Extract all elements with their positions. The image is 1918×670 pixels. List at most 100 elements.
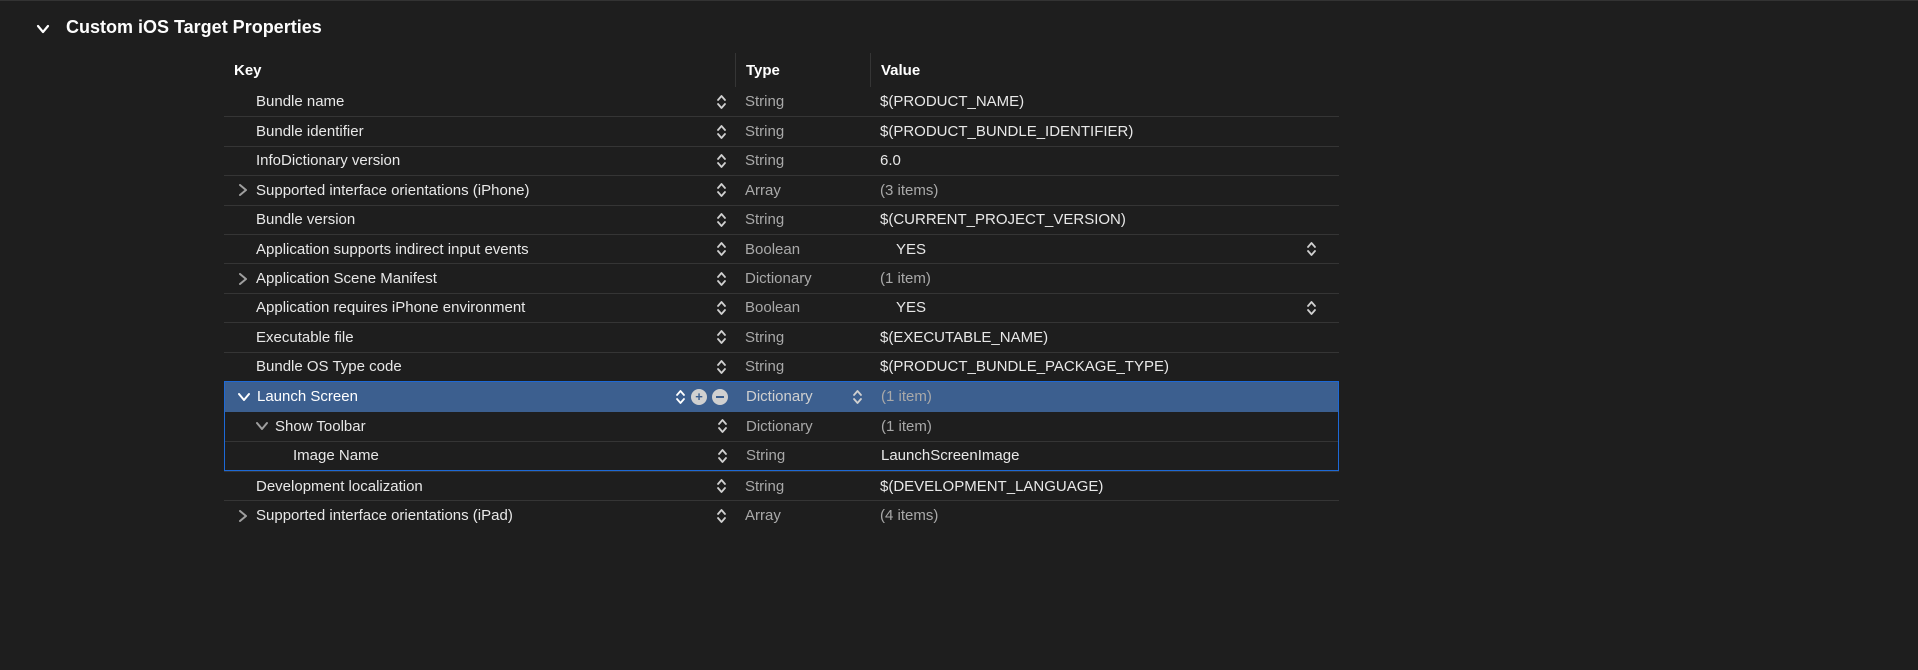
row-key[interactable]: Launch Screen [225,382,736,411]
row-type[interactable]: String [735,147,870,175]
row-type[interactable]: String [735,206,870,234]
table-row[interactable]: Show Toolbar Dictionary(1 item) [225,411,1338,440]
table-row[interactable]: Bundle versionString$(CURRENT_PROJECT_VE… [224,205,1339,234]
row-key[interactable]: Supported interface orientations (iPad) [224,501,735,529]
key-controls [716,508,727,524]
key-controls [717,448,728,464]
type-label: String [745,93,784,110]
row-key[interactable]: Application supports indirect input even… [224,235,735,263]
row-key[interactable]: Show Toolbar [225,412,736,440]
chevron-right-icon[interactable] [234,184,252,196]
value-label: $(PRODUCT_BUNDLE_PACKAGE_TYPE) [880,358,1169,375]
row-value[interactable]: (4 items) [870,501,1339,529]
section-header[interactable]: Custom iOS Target Properties [0,1,1918,53]
row-type[interactable]: String [735,323,870,351]
table-row[interactable]: Executable fileString$(EXECUTABLE_NAME) [224,322,1339,351]
row-type[interactable]: String [735,472,870,500]
type-label: String [746,447,785,464]
row-value[interactable]: $(PRODUCT_BUNDLE_PACKAGE_TYPE) [870,353,1339,381]
row-type[interactable]: String [735,117,870,145]
table-row[interactable]: Supported interface orientations (iPhone… [224,175,1339,204]
row-value[interactable]: LaunchScreenImage [871,442,1338,470]
table-row[interactable]: Bundle name String $(PRODUCT_NAME) [224,87,1339,116]
table-row[interactable]: Application Scene Manifest Dictionary(1 i… [224,263,1339,292]
updown-icon[interactable] [716,271,727,287]
updown-icon[interactable] [716,300,727,316]
row-value[interactable]: $(EXECUTABLE_NAME) [870,323,1339,351]
table-row[interactable]: Image Name String LaunchScreenImage [225,441,1338,470]
row-key[interactable]: Bundle name [224,87,735,116]
row-value[interactable]: (1 item) [871,412,1338,440]
chevron-down-icon[interactable] [235,391,253,403]
table-row[interactable]: InfoDictionary version String6.0 [224,146,1339,175]
row-type[interactable]: Boolean [735,294,870,322]
row-type[interactable]: Boolean [735,235,870,263]
row-type[interactable]: String [735,87,870,116]
column-header-key[interactable]: Key [224,53,735,87]
row-value[interactable]: (1 item) [870,264,1339,292]
updown-icon[interactable] [716,508,727,524]
key-label: Application requires iPhone environment [256,299,525,316]
row-value[interactable]: $(PRODUCT_NAME) [870,87,1339,116]
value-label: $(PRODUCT_NAME) [880,93,1024,110]
remove-icon[interactable] [712,389,728,405]
row-key[interactable]: Development localization [224,472,735,500]
row-type[interactable]: Dictionary [736,382,871,411]
updown-icon[interactable] [716,212,727,228]
row-type[interactable]: String [736,442,871,470]
updown-icon[interactable] [717,448,728,464]
row-key[interactable]: Supported interface orientations (iPhone… [224,176,735,204]
updown-icon[interactable] [716,329,727,345]
row-value[interactable]: (1 item) [871,382,1338,411]
updown-icon[interactable] [852,389,863,405]
row-key[interactable]: Application requires iPhone environment [224,294,735,322]
chevron-right-icon[interactable] [234,273,252,285]
row-value[interactable]: (3 items) [870,176,1339,204]
column-header-type[interactable]: Type [735,53,870,87]
updown-icon[interactable] [716,124,727,140]
table-row[interactable]: Development localizationString$(DEVELOPM… [224,471,1339,500]
row-key[interactable]: Application Scene Manifest [224,264,735,292]
row-type[interactable]: String [735,353,870,381]
row-value[interactable]: YES [870,294,1339,322]
row-key[interactable]: Bundle version [224,206,735,234]
chevron-right-icon[interactable] [234,510,252,522]
key-label: Show Toolbar [275,418,366,435]
row-type[interactable]: Dictionary [736,412,871,440]
table-row[interactable]: Application supports indirect input even… [224,234,1339,263]
row-value[interactable]: YES [870,235,1339,263]
updown-icon[interactable] [716,94,727,110]
row-value[interactable]: $(DEVELOPMENT_LANGUAGE) [870,472,1339,500]
row-key[interactable]: Bundle OS Type code [224,353,735,381]
add-icon[interactable] [691,389,707,405]
updown-icon[interactable] [716,359,727,375]
updown-icon[interactable] [717,418,728,434]
table-row[interactable]: Supported interface orientations (iPad)A… [224,500,1339,529]
row-value[interactable]: $(CURRENT_PROJECT_VERSION) [870,206,1339,234]
row-key[interactable]: Executable file [224,323,735,351]
updown-icon[interactable] [1306,300,1317,316]
chevron-down-icon[interactable] [253,420,271,432]
row-value[interactable]: 6.0 [870,147,1339,175]
table-row[interactable]: Application requires iPhone environment B… [224,293,1339,322]
table-row[interactable]: Bundle identifierString$(PRODUCT_BUNDLE_… [224,116,1339,145]
row-type[interactable]: Array [735,501,870,529]
key-label: Application Scene Manifest [256,270,437,287]
table-row[interactable]: Bundle OS Type codeString $(PRODUCT_BUNDL… [224,352,1339,381]
column-header-value[interactable]: Value [870,53,1339,87]
updown-icon[interactable] [716,153,727,169]
row-key[interactable]: Image Name [225,442,736,470]
row-type[interactable]: Array [735,176,870,204]
updown-icon[interactable] [716,478,727,494]
updown-icon[interactable] [716,241,727,257]
row-type[interactable]: Dictionary [735,264,870,292]
updown-icon[interactable] [675,389,686,405]
row-key[interactable]: InfoDictionary version [224,147,735,175]
updown-icon[interactable] [1306,241,1317,257]
table-row[interactable]: Launch ScreenDictionary(1 item) [225,382,1338,411]
key-label: InfoDictionary version [256,152,400,169]
value-label: (3 items) [880,182,938,199]
updown-icon[interactable] [716,182,727,198]
row-value[interactable]: $(PRODUCT_BUNDLE_IDENTIFIER) [870,117,1339,145]
row-key[interactable]: Bundle identifier [224,117,735,145]
